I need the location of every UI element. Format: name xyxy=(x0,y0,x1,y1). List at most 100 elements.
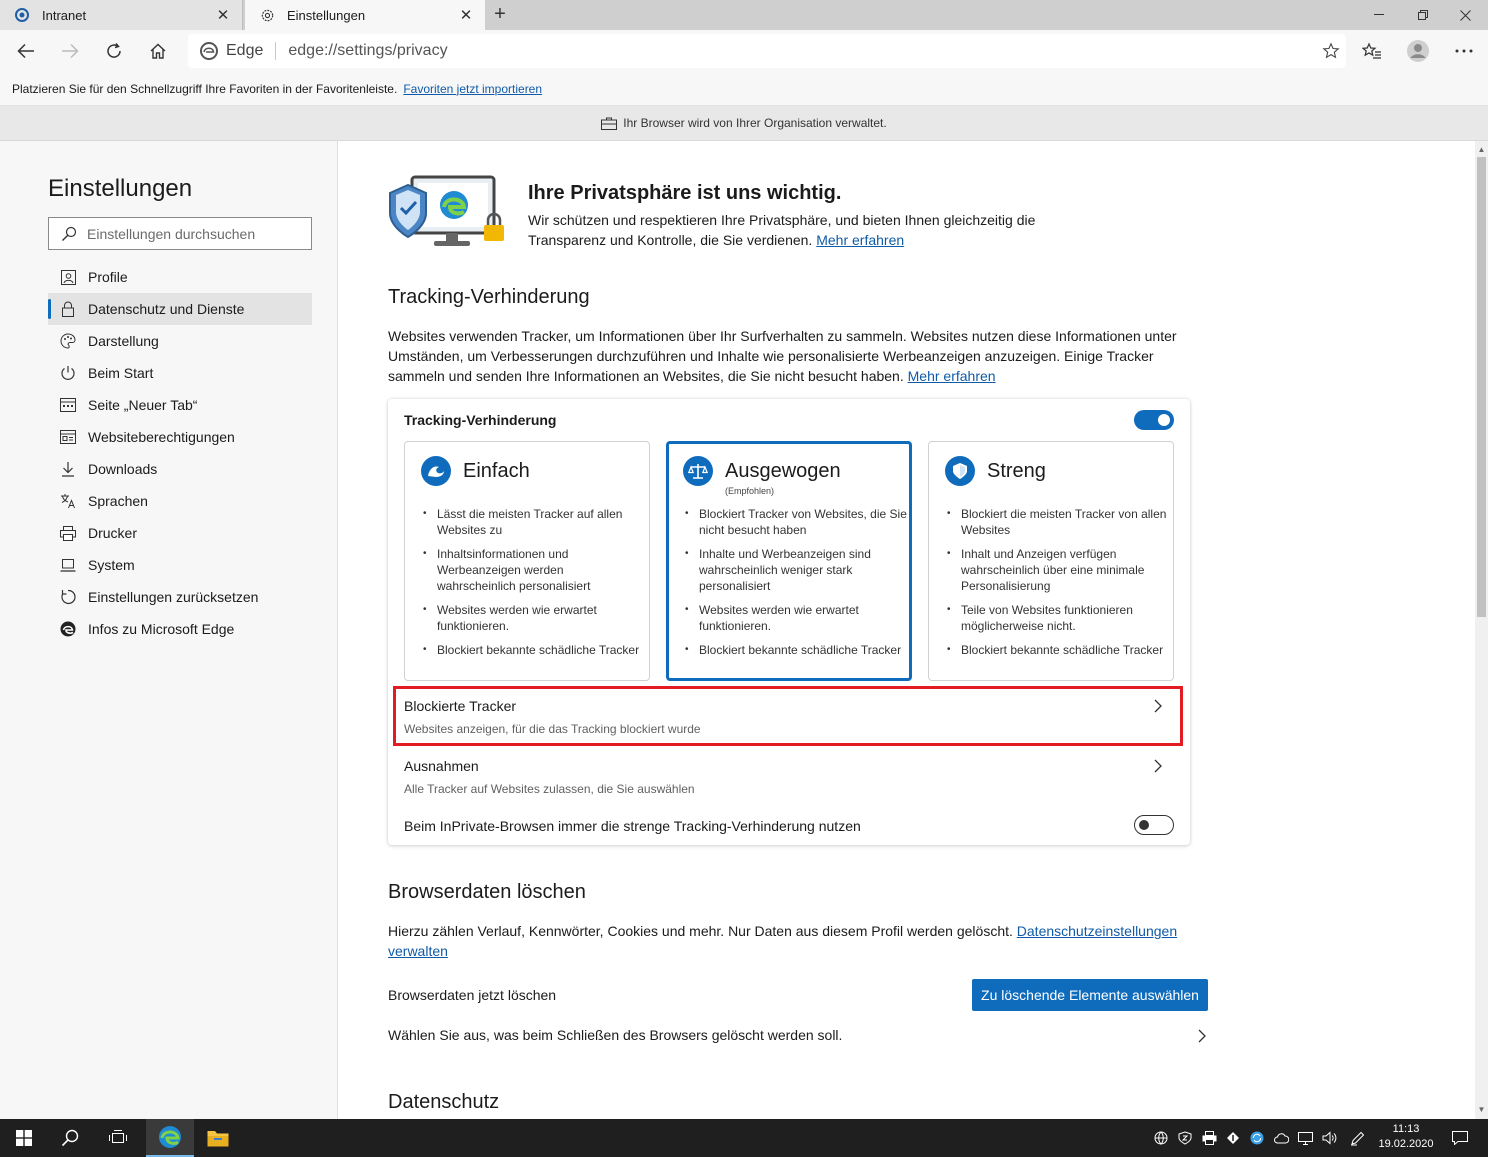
sidebar-item-infos-edge[interactable]: Infos zu Microsoft Edge xyxy=(48,613,312,645)
tracking-learn-more-link[interactable]: Mehr erfahren xyxy=(908,368,996,384)
sidebar-item-label: Seite „Neuer Tab“ xyxy=(88,397,198,413)
sidebar-item-label: Datenschutz und Dienste xyxy=(88,301,245,317)
level-head: Streng xyxy=(945,456,1046,486)
home-icon[interactable] xyxy=(144,37,172,65)
cloud-tray-icon[interactable] xyxy=(1273,1130,1289,1146)
scroll-down-icon[interactable]: ▼ xyxy=(1477,1105,1486,1114)
settings-nav: Profile Datenschutz und Dienste Darstell… xyxy=(48,261,312,645)
favorite-star-icon[interactable] xyxy=(1316,42,1346,60)
sidebar-item-sprachen[interactable]: Sprachen xyxy=(48,485,312,517)
level-card-streng[interactable]: Streng Blockiert die meisten Tracker von… xyxy=(928,441,1174,681)
sidebar-item-profile[interactable]: Profile xyxy=(48,261,312,293)
display-tray-icon[interactable] xyxy=(1297,1130,1313,1146)
sidebar-item-datenschutz[interactable]: Datenschutz und Dienste xyxy=(48,293,312,325)
scrollbar-thumb[interactable] xyxy=(1477,157,1486,617)
settings-sidebar: Einstellungen Einstellungen durchsuchen … xyxy=(0,141,338,1119)
printer-tray-icon[interactable] xyxy=(1201,1130,1217,1146)
taskbar-edge-icon[interactable] xyxy=(146,1119,194,1157)
task-view-icon[interactable] xyxy=(94,1119,142,1157)
sidebar-item-label: Sprachen xyxy=(88,493,148,509)
settings-search-input[interactable]: Einstellungen durchsuchen xyxy=(48,217,312,250)
level-bullet: Websites werden wie erwartet funktionier… xyxy=(683,602,907,634)
managed-banner: Ihr Browser wird von Ihrer Organisation … xyxy=(0,106,1488,141)
sidebar-item-beim-start[interactable]: Beim Start xyxy=(48,357,312,389)
taskbar-search-icon[interactable] xyxy=(46,1119,94,1157)
inprivate-strict-toggle[interactable] xyxy=(1134,815,1174,835)
browserdata-description: Hierzu zählen Verlauf, Kennwörter, Cooki… xyxy=(388,921,1208,961)
level-bullets: Blockiert die meisten Tracker von allen … xyxy=(945,506,1169,666)
red-highlight-box xyxy=(393,686,1183,746)
brand-label: Edge xyxy=(226,42,264,59)
edge-icon xyxy=(200,42,218,60)
close-tab-icon[interactable]: ✕ xyxy=(214,6,232,24)
clear-on-close-row[interactable]: Wählen Sie aus, was beim Schließen des B… xyxy=(388,1027,1208,1047)
privacy-hero: Ihre Privatsphäre ist uns wichtig. Wir s… xyxy=(388,175,1388,255)
sidebar-item-label: Drucker xyxy=(88,525,138,541)
level-card-ausgewogen[interactable]: Ausgewogen (Empfohlen) Blockiert Tracker… xyxy=(666,441,912,681)
security-tray-icon[interactable] xyxy=(1177,1130,1193,1146)
file-explorer-icon[interactable] xyxy=(194,1119,242,1157)
sidebar-item-label: Einstellungen zurücksetzen xyxy=(88,589,259,605)
level-bullet: Teile von Websites funktionieren möglich… xyxy=(945,602,1169,634)
sidebar-item-downloads[interactable]: Downloads xyxy=(48,453,312,485)
restore-icon[interactable] xyxy=(1400,0,1446,30)
level-bullet: Blockiert Tracker von Websites, die Sie … xyxy=(683,506,907,538)
sidebar-item-label: System xyxy=(88,557,135,573)
sidebar-item-websiteberechtigungen[interactable]: Websiteberechtigungen xyxy=(48,421,312,453)
sidebar-item-label: Websiteberechtigungen xyxy=(88,429,235,445)
minimize-icon[interactable] xyxy=(1356,0,1402,30)
taskbar-clock[interactable]: 11:13 19.02.2020 xyxy=(1374,1122,1438,1152)
refresh-icon[interactable] xyxy=(100,37,128,65)
level-card-einfach[interactable]: Einfach Lässt die meisten Tracker auf al… xyxy=(404,441,650,681)
inprivate-label: Beim InPrivate-Browsen immer die strenge… xyxy=(404,818,861,834)
tracking-prevention-toggle[interactable] xyxy=(1134,410,1174,430)
notification-center-icon[interactable] xyxy=(1452,1130,1468,1146)
sidebar-item-label: Downloads xyxy=(88,461,158,477)
tab-einstellungen[interactable]: Einstellungen ✕ xyxy=(245,0,485,30)
forward-icon[interactable] xyxy=(56,37,84,65)
browserdata-heading: Browserdaten löschen xyxy=(388,881,586,903)
sidebar-item-system[interactable]: System xyxy=(48,549,312,581)
address-bar[interactable]: Edge edge://settings/privacy xyxy=(188,34,1346,68)
windows-start-icon[interactable] xyxy=(0,1119,48,1157)
sidebar-title: Einstellungen xyxy=(48,175,193,202)
hero-learn-more-link[interactable]: Mehr erfahren xyxy=(816,232,904,248)
scale-icon xyxy=(683,456,713,486)
tab-intranet[interactable]: Intranet ✕ xyxy=(0,0,243,30)
profile-avatar-icon[interactable] xyxy=(1404,37,1432,65)
favorites-icon[interactable] xyxy=(1358,37,1386,65)
hero-title: Ihre Privatsphäre ist uns wichtig. xyxy=(528,182,842,204)
vertical-scrollbar[interactable]: ▲ ▼ xyxy=(1475,141,1488,1119)
network-globe-icon[interactable] xyxy=(1153,1130,1169,1146)
gear-icon xyxy=(259,7,275,23)
level-name: Streng xyxy=(987,459,1046,482)
sidebar-item-drucker[interactable]: Drucker xyxy=(48,517,312,549)
back-icon[interactable] xyxy=(12,37,40,65)
tab-title: Intranet xyxy=(42,7,87,23)
sidebar-item-label: Darstellung xyxy=(88,333,159,349)
update-tray-icon[interactable] xyxy=(1225,1130,1241,1146)
import-favorites-link[interactable]: Favoriten jetzt importieren xyxy=(403,82,542,96)
volume-icon[interactable] xyxy=(1321,1130,1337,1146)
pen-tray-icon[interactable] xyxy=(1349,1130,1365,1146)
managed-text: Ihr Browser wird von Ihrer Organisation … xyxy=(623,116,887,130)
scroll-up-icon[interactable]: ▲ xyxy=(1477,145,1486,154)
clock-time: 11:13 xyxy=(1392,1123,1420,1135)
choose-items-to-clear-button[interactable]: Zu löschende Elemente auswählen xyxy=(972,979,1208,1011)
close-tab-icon[interactable]: ✕ xyxy=(457,6,475,24)
hero-text: Wir schützen und respektieren Ihre Priva… xyxy=(528,210,1068,250)
sidebar-item-zuruecksetzen[interactable]: Einstellungen zurücksetzen xyxy=(48,581,312,613)
sidebar-item-neuer-tab[interactable]: Seite „Neuer Tab“ xyxy=(48,389,312,421)
new-tab-button[interactable]: + xyxy=(488,3,512,27)
sidebar-item-darstellung[interactable]: Darstellung xyxy=(48,325,312,357)
close-window-icon[interactable] xyxy=(1442,0,1488,30)
exceptions-row[interactable]: Ausnahmen Alle Tracker auf Websites zula… xyxy=(388,749,1190,805)
profile-icon xyxy=(60,269,76,285)
more-menu-icon[interactable] xyxy=(1450,37,1478,65)
wave-icon xyxy=(421,456,451,486)
level-name: Ausgewogen xyxy=(725,459,841,482)
sync-tray-icon[interactable] xyxy=(1249,1130,1265,1146)
printer-icon xyxy=(60,525,76,541)
tab-strip: Intranet ✕ Einstellungen ✕ + xyxy=(0,0,1488,30)
url-text[interactable]: edge://settings/privacy xyxy=(288,42,1316,60)
